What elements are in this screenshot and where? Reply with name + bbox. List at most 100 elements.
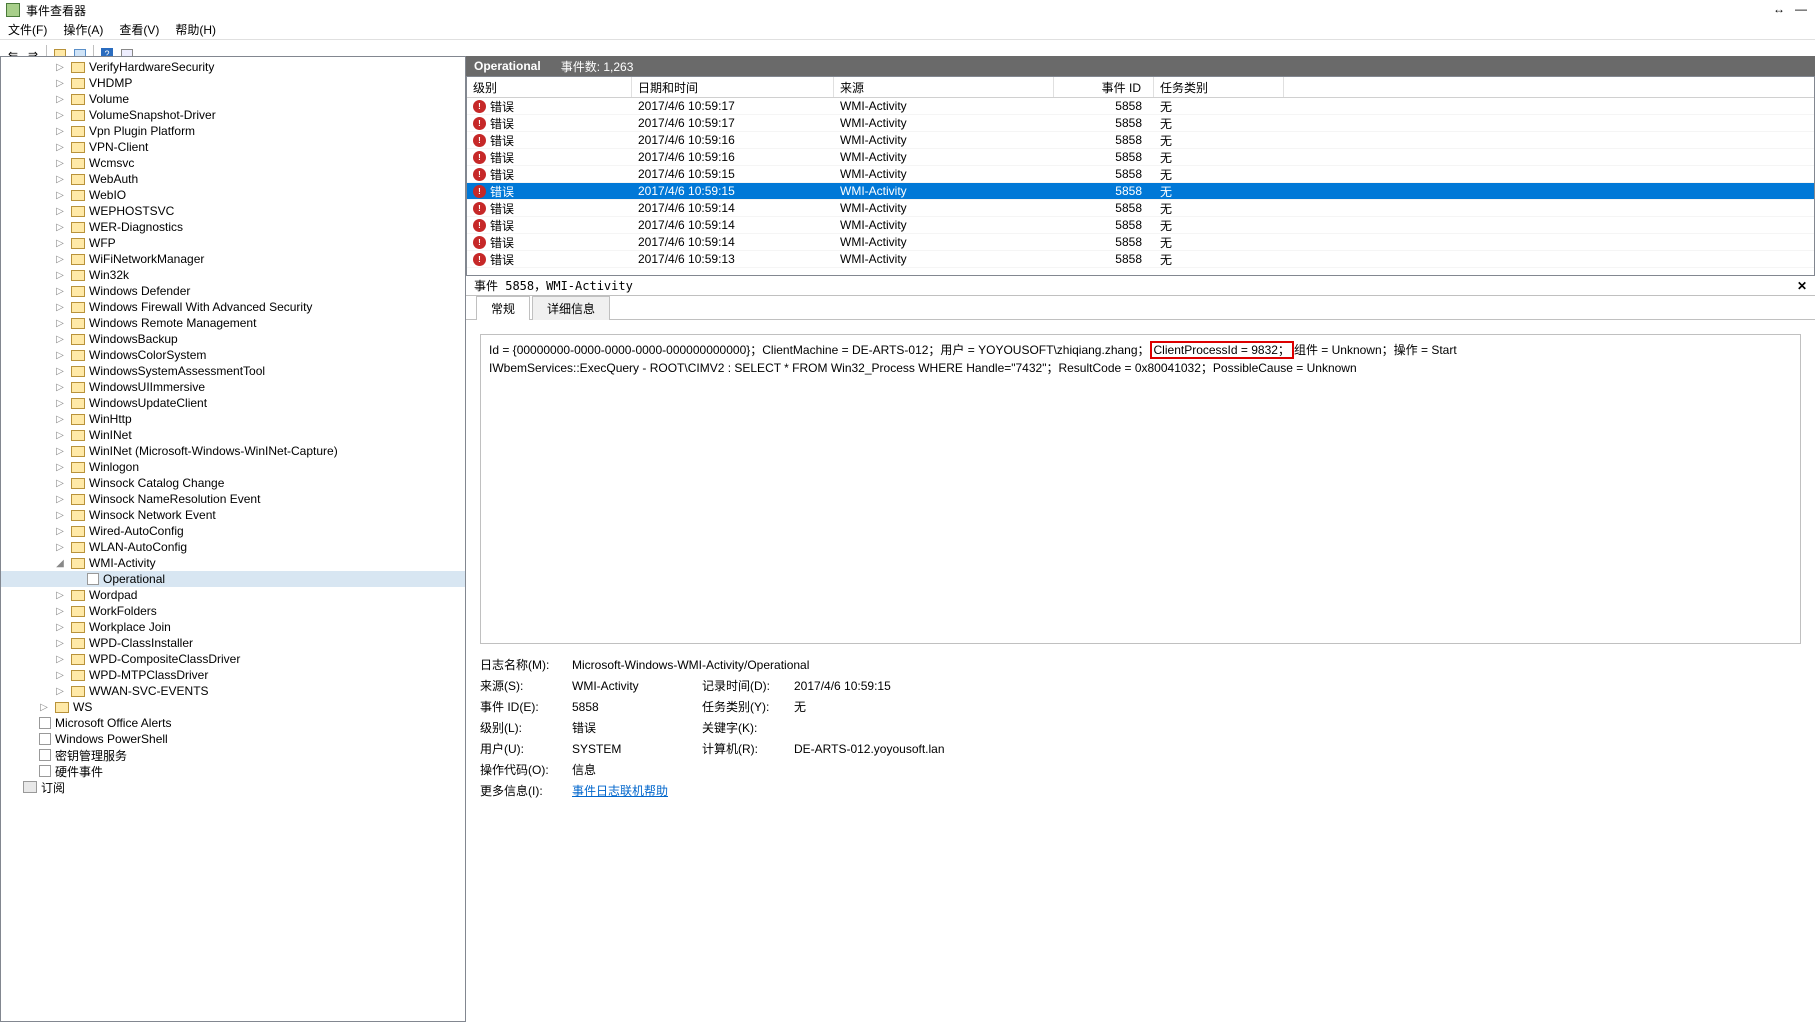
tree-item[interactable]: ▷WS (1, 699, 465, 715)
expander-icon[interactable]: ▷ (49, 636, 71, 650)
expander-icon[interactable]: ▷ (49, 252, 71, 266)
expander-icon[interactable]: ▷ (49, 236, 71, 250)
expander-icon[interactable]: ▷ (49, 76, 71, 90)
tree-item[interactable]: ▷Windows Firewall With Advanced Security (1, 299, 465, 315)
expander-icon[interactable] (1, 780, 23, 794)
tree-item[interactable]: 订阅 (1, 779, 465, 795)
tree-item[interactable]: ▷WebAuth (1, 171, 465, 187)
tree-item[interactable]: Windows PowerShell (1, 731, 465, 747)
tree-item[interactable]: Microsoft Office Alerts (1, 715, 465, 731)
help-link[interactable]: 事件日志联机帮助 (572, 784, 668, 798)
tree-item[interactable]: ▷VolumeSnapshot-Driver (1, 107, 465, 123)
expander-icon[interactable] (17, 732, 39, 746)
expander-icon[interactable]: ▷ (49, 220, 71, 234)
col-source[interactable]: 来源 (834, 77, 1054, 97)
tree-item[interactable]: 硬件事件 (1, 763, 465, 779)
expander-icon[interactable]: ▷ (49, 380, 71, 394)
tree-item[interactable]: ▷Winsock Network Event (1, 507, 465, 523)
tree-item[interactable]: ▷WFP (1, 235, 465, 251)
event-row[interactable]: !错误2017/4/6 10:59:17WMI-Activity5858无 (467, 98, 1814, 115)
expander-icon[interactable]: ▷ (49, 140, 71, 154)
expander-icon[interactable]: ▷ (49, 684, 71, 698)
expander-icon[interactable]: ▷ (49, 668, 71, 682)
event-row[interactable]: !错误2017/4/6 10:59:14WMI-Activity5858无 (467, 200, 1814, 217)
tree-item[interactable]: ▷WLAN-AutoConfig (1, 539, 465, 555)
tree-item[interactable]: ▷VerifyHardwareSecurity (1, 59, 465, 75)
tree-item[interactable]: ▷WPD-MTPClassDriver (1, 667, 465, 683)
tree-item[interactable]: ▷WindowsUIImmersive (1, 379, 465, 395)
tree-item[interactable]: ▷WindowsUpdateClient (1, 395, 465, 411)
menu-view[interactable]: 查看(V) (115, 19, 163, 40)
expander-icon[interactable]: ▷ (49, 604, 71, 618)
expander-icon[interactable]: ▷ (49, 620, 71, 634)
expander-icon[interactable] (65, 572, 87, 586)
expander-icon[interactable]: ◢ (49, 556, 71, 570)
tree-item[interactable]: ▷WPD-ClassInstaller (1, 635, 465, 651)
tree-item[interactable]: Operational (1, 571, 465, 587)
tree-item[interactable]: ▷Wcmsvc (1, 155, 465, 171)
tree-item[interactable]: ▷WebIO (1, 187, 465, 203)
col-id[interactable]: 事件 ID (1054, 77, 1154, 97)
expander-icon[interactable] (17, 716, 39, 730)
expander-icon[interactable]: ▷ (49, 652, 71, 666)
tree-item[interactable]: ▷Windows Defender (1, 283, 465, 299)
expander-icon[interactable]: ▷ (49, 524, 71, 538)
tree-item[interactable]: ◢WMI-Activity (1, 555, 465, 571)
expander-icon[interactable]: ▷ (49, 396, 71, 410)
tree-item[interactable]: ▷WinHttp (1, 411, 465, 427)
expander-icon[interactable]: ▷ (49, 108, 71, 122)
tree-item[interactable]: ▷Wired-AutoConfig (1, 523, 465, 539)
expander-icon[interactable]: ▷ (49, 412, 71, 426)
expander-icon[interactable]: ▷ (49, 124, 71, 138)
event-row[interactable]: !错误2017/4/6 10:59:17WMI-Activity5858无 (467, 115, 1814, 132)
tree-item[interactable]: ▷WinINet (1, 427, 465, 443)
tree-item[interactable]: ▷Winsock Catalog Change (1, 475, 465, 491)
event-row[interactable]: !错误2017/4/6 10:59:16WMI-Activity5858无 (467, 132, 1814, 149)
expander-icon[interactable]: ▷ (49, 300, 71, 314)
tree-pane[interactable]: ▷VerifyHardwareSecurity▷VHDMP▷Volume▷Vol… (0, 56, 466, 1022)
tree-item[interactable]: ▷VHDMP (1, 75, 465, 91)
event-row[interactable]: !错误2017/4/6 10:59:14WMI-Activity5858无 (467, 234, 1814, 251)
tree-item[interactable]: ▷Win32k (1, 267, 465, 283)
expander-icon[interactable]: ▷ (49, 268, 71, 282)
tree-item[interactable]: ▷VPN-Client (1, 139, 465, 155)
expander-icon[interactable] (17, 748, 39, 762)
tree-item[interactable]: ▷WindowsSystemAssessmentTool (1, 363, 465, 379)
expander-icon[interactable]: ▷ (49, 540, 71, 554)
expander-icon[interactable]: ▷ (33, 700, 55, 714)
tree-item[interactable]: ▷WiFiNetworkManager (1, 251, 465, 267)
event-row[interactable]: !错误2017/4/6 10:59:13WMI-Activity5858无 (467, 251, 1814, 268)
expander-icon[interactable]: ▷ (49, 188, 71, 202)
column-headers[interactable]: 级别 日期和时间 来源 事件 ID 任务类别 (467, 77, 1814, 98)
tree-item[interactable]: ▷WinINet (Microsoft-Windows-WinINet-Capt… (1, 443, 465, 459)
event-row[interactable]: !错误2017/4/6 10:59:14WMI-Activity5858无 (467, 217, 1814, 234)
col-level[interactable]: 级别 (467, 77, 632, 97)
tree-item[interactable]: ▷WindowsBackup (1, 331, 465, 347)
tree-item[interactable]: ▷Wordpad (1, 587, 465, 603)
tree-item[interactable]: ▷Vpn Plugin Platform (1, 123, 465, 139)
expander-icon[interactable]: ▷ (49, 92, 71, 106)
expander-icon[interactable]: ▷ (49, 60, 71, 74)
tree-item[interactable]: ▷WPD-CompositeClassDriver (1, 651, 465, 667)
tree-item[interactable]: ▷Winlogon (1, 459, 465, 475)
expander-icon[interactable]: ▷ (49, 476, 71, 490)
expander-icon[interactable]: ▷ (49, 588, 71, 602)
tree-item[interactable]: ▷Winsock NameResolution Event (1, 491, 465, 507)
event-row[interactable]: !错误2017/4/6 10:59:15WMI-Activity5858无 (467, 166, 1814, 183)
event-row[interactable]: !错误2017/4/6 10:59:16WMI-Activity5858无 (467, 149, 1814, 166)
tree-item[interactable]: ▷WEPHOSTSVC (1, 203, 465, 219)
menu-help[interactable]: 帮助(H) (171, 19, 220, 40)
resize-icon[interactable]: ↔ (1773, 2, 1785, 16)
col-cat[interactable]: 任务类别 (1154, 77, 1284, 97)
expander-icon[interactable]: ▷ (49, 172, 71, 186)
expander-icon[interactable]: ▷ (49, 284, 71, 298)
tree-item[interactable]: 密钥管理服务 (1, 747, 465, 763)
tab-general[interactable]: 常规 (476, 296, 530, 320)
expander-icon[interactable]: ▷ (49, 492, 71, 506)
tree-item[interactable]: ▷WWAN-SVC-EVENTS (1, 683, 465, 699)
expander-icon[interactable]: ▷ (49, 444, 71, 458)
tree-item[interactable]: ▷Workplace Join (1, 619, 465, 635)
menu-action[interactable]: 操作(A) (59, 19, 107, 40)
expander-icon[interactable]: ▷ (49, 428, 71, 442)
tree-item[interactable]: ▷Windows Remote Management (1, 315, 465, 331)
